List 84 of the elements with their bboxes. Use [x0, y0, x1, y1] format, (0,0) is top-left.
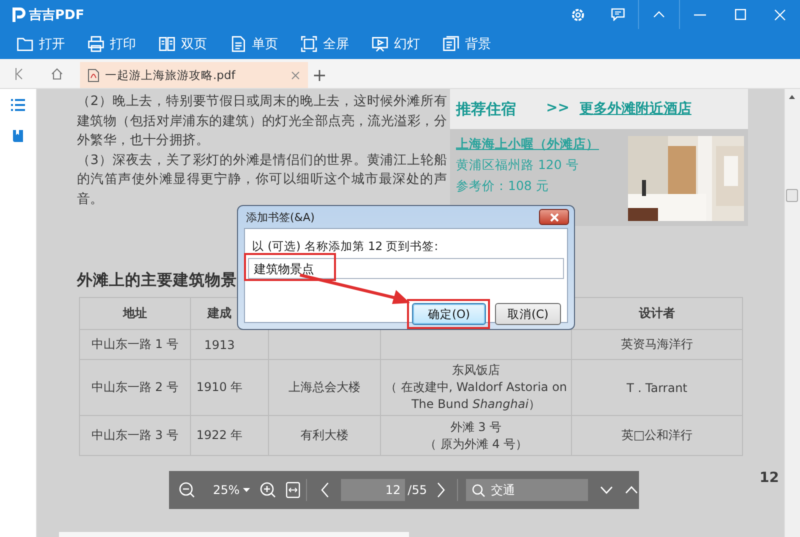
section-title: 推荐住宿: [456, 100, 516, 118]
table-cell: 英资马海洋行: [572, 330, 742, 360]
page-number: 12: [760, 470, 779, 486]
zoom-in-button[interactable]: [260, 482, 276, 498]
table-cell: 英□公和洋行: [572, 416, 742, 456]
minimize-icon: [694, 14, 706, 16]
table-cell: 中山东一路 2 号: [80, 360, 190, 416]
zoom-dropdown[interactable]: 25%: [213, 483, 250, 497]
next-page-button[interactable]: [436, 482, 445, 498]
page-icon: [229, 35, 247, 53]
slideshow-tool-button[interactable]: 幻灯: [367, 33, 424, 55]
fullscreen-tool-button[interactable]: 全屏: [296, 33, 353, 55]
app-title: 吉吉PDF: [29, 6, 84, 24]
previous-page-button[interactable]: [320, 482, 329, 498]
table-cell: T . Tarrant: [572, 360, 742, 416]
column-header: 设计者: [572, 298, 742, 330]
close-icon: [550, 212, 558, 222]
background-tool-button[interactable]: 背景: [438, 33, 495, 55]
search-icon: [472, 484, 485, 496]
table-cell: 1910 年: [190, 360, 268, 416]
column-header: 地址: [80, 298, 190, 330]
close-icon: [774, 8, 786, 20]
folder-icon: [16, 35, 34, 53]
table-cell: 1922 年: [190, 416, 268, 456]
open-tool-button[interactable]: 打开: [12, 33, 69, 55]
chevron-down-icon: [600, 486, 613, 494]
more-arrows: >>: [546, 100, 570, 118]
maximize-icon: [734, 9, 746, 20]
chevron-up-icon: [624, 486, 638, 494]
document-tab[interactable]: 一起游上海旅游攻略.pdf: [80, 62, 308, 88]
print-tool-button[interactable]: 打印: [83, 33, 140, 55]
zoom-in-icon: [260, 482, 276, 498]
dialog-title: 添加书签(&A): [246, 210, 315, 225]
close-tab-icon[interactable]: [291, 70, 300, 80]
ok-button[interactable]: 确定(O): [412, 303, 486, 325]
two-pages-icon: [158, 35, 176, 53]
double-tool-button[interactable]: 双页: [154, 33, 211, 55]
chevron-left-icon: [320, 482, 329, 498]
table-cell: 上海总会大楼: [268, 360, 380, 416]
printer-icon: [87, 35, 105, 53]
next-result-button[interactable]: [600, 486, 613, 494]
back-icon: [15, 68, 23, 80]
table-cell: 有利大楼: [268, 416, 380, 456]
cell-line: 外滩 3 号: [449, 418, 503, 436]
dialog-close-button[interactable]: [539, 209, 569, 225]
caret-icon: [242, 488, 250, 492]
stacked-pages-icon: [442, 35, 460, 53]
hotel-price: 参考价：108 元: [456, 178, 550, 195]
previous-result-button[interactable]: [624, 486, 638, 494]
search-field[interactable]: 交通: [466, 479, 588, 501]
cell-line: （ 在改建中, Waldorf Astoria on The Bund Shanghai）: [384, 379, 568, 413]
page-total: /55: [408, 483, 427, 497]
zoom-out-button[interactable]: [179, 482, 195, 498]
list-icon[interactable]: [11, 99, 25, 111]
section-heading: 外滩上的主要建筑物景: [77, 270, 237, 291]
cell-line: 东风饭店: [451, 362, 501, 379]
screen-icon: [371, 35, 389, 53]
chevron-up-icon: [653, 11, 665, 18]
logo-icon: [12, 6, 26, 22]
chat-icon: [611, 8, 625, 21]
fit-width-button[interactable]: [286, 482, 300, 498]
scroll-up-icon[interactable]: [789, 95, 795, 99]
page-field[interactable]: 12: [340, 479, 405, 501]
scrollbar-thumb[interactable]: [786, 189, 798, 202]
zoom-out-icon: [179, 482, 195, 498]
more-hotels-link[interactable]: 更多外滩附近酒店: [579, 100, 692, 118]
home-icon: [51, 68, 63, 80]
table-cell: 中山东一路 1 号: [80, 330, 190, 360]
cell-line: （ 原为外滩 4 号）: [423, 436, 529, 452]
single-tool-button[interactable]: 单页: [225, 33, 282, 55]
paragraph: （2）晚上去，特别要节假日或周末的晚上去，这时候外滩所有建筑物（包括对岸浦东的建筑）的灯光全部点亮，流光溢彩，分外繁华，也十分拥挤。: [77, 93, 447, 150]
bookmark-icon[interactable]: [12, 129, 24, 143]
gear-icon: [571, 8, 585, 22]
frame-icon: [300, 35, 318, 53]
fit-width-icon: [286, 482, 300, 498]
table-cell: 中山东一路 3 号: [80, 416, 190, 456]
dialog-prompt: 以 (可选) 名称添加第 12 页到书签:: [252, 239, 438, 254]
chevron-right-icon: [436, 482, 445, 498]
paragraph: （3）深夜去，关了彩灯的外滩是情侣们的世界。黄浦江上轮船的汽笛声使外滩显得更宁静，你可以细听这个城市最深处的声音。: [77, 152, 447, 208]
hotel-address: 黄浦区福州路 120 号: [456, 157, 580, 174]
plus-icon: [314, 70, 325, 80]
pdf-file-icon: [88, 68, 99, 82]
cancel-button[interactable]: 取消(C): [495, 303, 561, 325]
bookmark-name-field[interactable]: 建筑物景点: [248, 258, 564, 279]
